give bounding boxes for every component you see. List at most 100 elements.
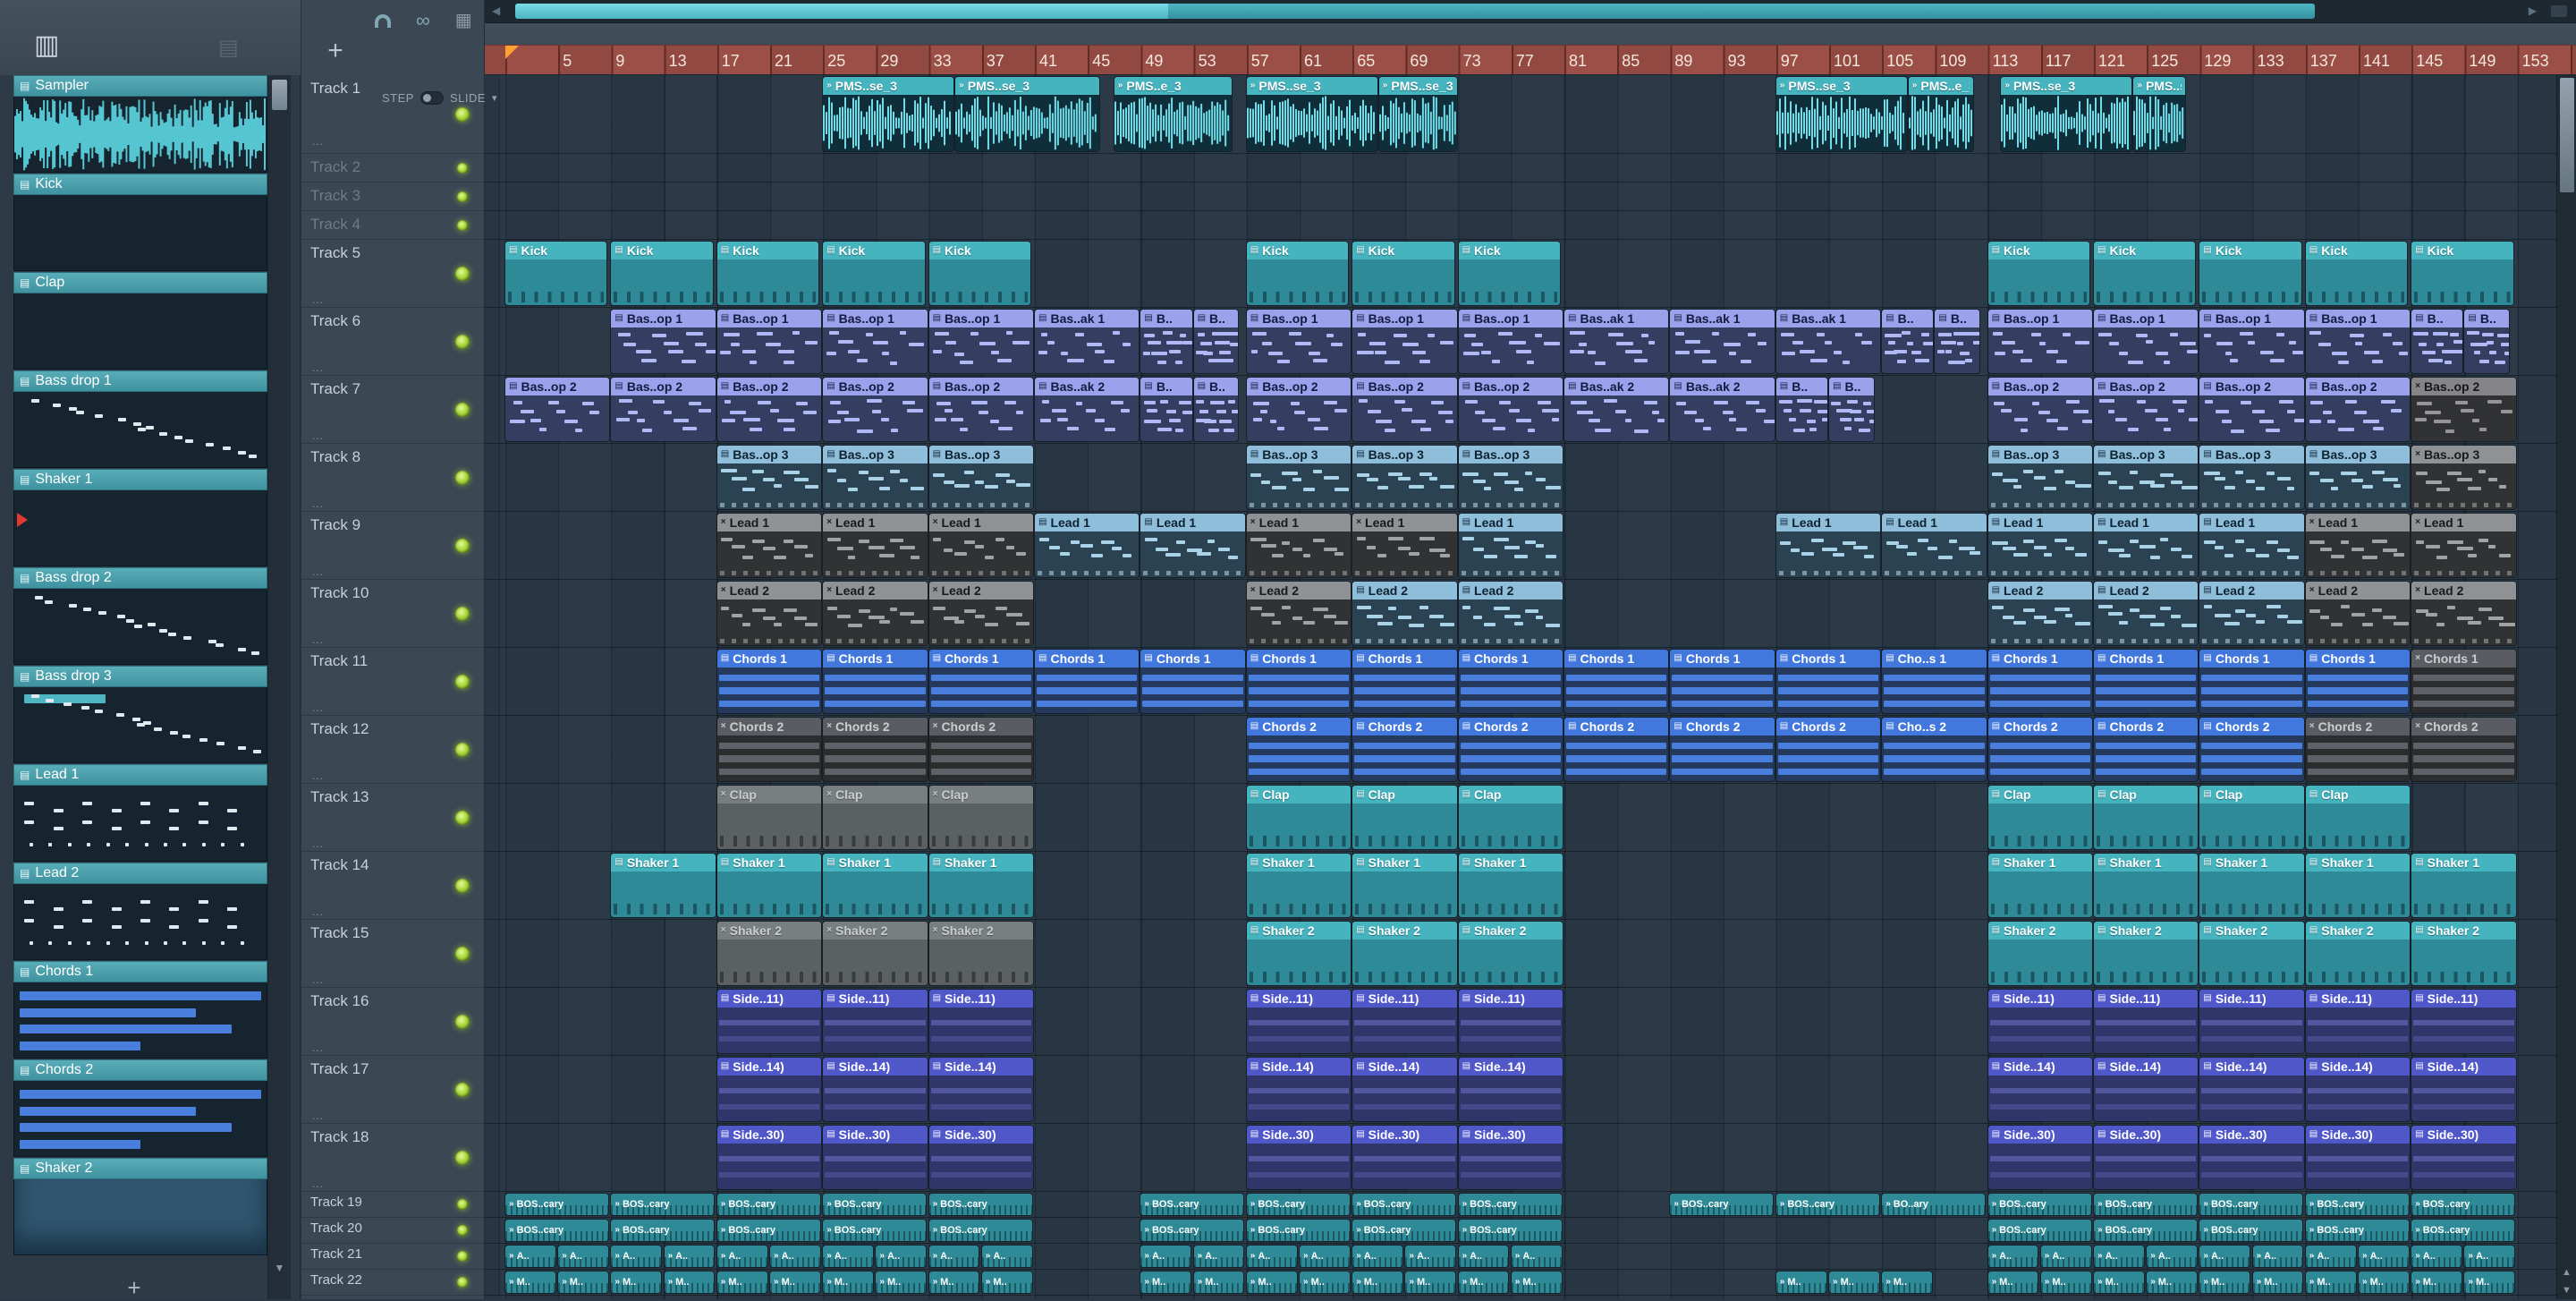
pattern-item-clap[interactable]: ▤ Clap (13, 272, 267, 370)
clip-lead-1[interactable]: × Lead 1 (2305, 514, 2411, 577)
clip-bas-op-1[interactable]: ▤ Bas..op 1 (823, 310, 928, 373)
clip-side-30-[interactable]: ▤ Side..30) (1987, 1126, 2092, 1189)
clip-lead-1[interactable]: × Lead 1 (716, 514, 822, 577)
clip-a-[interactable]: » A.. (2359, 1246, 2409, 1267)
clip-a-[interactable]: » A.. (2252, 1246, 2303, 1267)
clip-kick[interactable]: ▤ Kick (716, 242, 819, 305)
clip-side-11-[interactable]: ▤ Side..11) (928, 990, 1033, 1053)
clip-a-[interactable]: » A.. (1140, 1246, 1191, 1267)
clip-kick[interactable]: ▤ Kick (1352, 242, 1454, 305)
clip-side-30-[interactable]: ▤ Side..30) (928, 1126, 1033, 1189)
clip-m-[interactable]: » M.. (876, 1271, 927, 1293)
clip-bas-ak-2[interactable]: ▤ Bas..ak 2 (1564, 378, 1669, 441)
clip-a-[interactable]: » A.. (716, 1246, 767, 1267)
clip-m-[interactable]: » M.. (2305, 1271, 2356, 1293)
timeline-ruler[interactable]: 5 9 13 17 21 25 29 33 37 41 45 49 53 57 61 65 69 73 77 81 85… (485, 45, 2576, 75)
clip-shaker-1[interactable]: ▤ Shaker 1 (2094, 854, 2199, 917)
clip-bos-cary[interactable]: » BOS..cary (505, 1194, 608, 1215)
clip-bos-cary[interactable]: » BOS..cary (1352, 1194, 1456, 1215)
clip-m-[interactable]: » M.. (1140, 1271, 1191, 1293)
clip-side-11-[interactable]: ▤ Side..11) (2305, 990, 2411, 1053)
clip-side-11-[interactable]: ▤ Side..11) (2094, 990, 2199, 1053)
clip-shaker-1[interactable]: ▤ Shaker 1 (716, 854, 822, 917)
clip-kick[interactable]: ▤ Kick (1987, 242, 2090, 305)
clip-m-[interactable]: » M.. (1300, 1271, 1350, 1293)
clip-bos-cary[interactable]: » BOS..cary (2199, 1194, 2303, 1215)
clip-chords-1[interactable]: ▤ Chords 1 (1140, 650, 1245, 713)
clip-shaker-2[interactable]: ▤ Shaker 2 (1246, 922, 1352, 985)
track-header-track-8[interactable]: Track 8... (301, 444, 484, 512)
clip-bas-op-3[interactable]: × Bas..op 3 (2411, 446, 2516, 509)
clip-a-[interactable]: » A.. (823, 1246, 873, 1267)
clip-lead-1[interactable]: ▤ Lead 1 (1987, 514, 2092, 577)
clip-b-[interactable]: ▤ B.. (1140, 378, 1192, 441)
clip-lead-1[interactable]: ▤ Lead 1 (1882, 514, 1987, 577)
pattern-scrollbar-thumb[interactable] (272, 80, 287, 110)
pattern-item-bass-drop-1[interactable]: ▤ Bass drop 1 (13, 370, 267, 468)
vertical-scrollbar-thumb[interactable] (2560, 78, 2574, 192)
clip-bos-cary[interactable]: » BOS..cary (716, 1220, 820, 1241)
clip-side-14-[interactable]: ▤ Side..14) (2199, 1058, 2304, 1121)
clip-a-[interactable]: » A.. (876, 1246, 927, 1267)
clip-bos-cary[interactable]: » BOS..cary (2199, 1220, 2303, 1241)
clip-a-[interactable]: » A.. (2199, 1246, 2250, 1267)
track-mute-led[interactable] (455, 106, 470, 122)
pattern-header[interactable]: ▤ Kick (13, 174, 267, 195)
clip-clap[interactable]: ▤ Clap (2094, 786, 2199, 849)
clip-chords-2[interactable]: ▤ Chords 2 (1775, 718, 1881, 781)
clip-bas-op-2[interactable]: ▤ Bas..op 2 (928, 378, 1033, 441)
clip-a-[interactable]: » A.. (664, 1246, 715, 1267)
clip-bas-op-1[interactable]: ▤ Bas..op 1 (1458, 310, 1563, 373)
clip-lead-2[interactable]: ▤ Lead 2 (2199, 582, 2304, 645)
clip-kick[interactable]: ▤ Kick (1246, 242, 1349, 305)
clip-side-14-[interactable]: ▤ Side..14) (928, 1058, 1033, 1121)
clip-side-14-[interactable]: ▤ Side..14) (716, 1058, 822, 1121)
clip-bas-op-1[interactable]: ▤ Bas..op 1 (1246, 310, 1352, 373)
clip-bas-op-2[interactable]: ▤ Bas..op 2 (716, 378, 822, 441)
playhead-marker[interactable] (505, 46, 519, 59)
add-track-button[interactable]: + (319, 36, 352, 66)
clip-a-[interactable]: » A.. (1458, 1246, 1509, 1267)
track-header-track-4[interactable]: Track 4 (301, 211, 484, 240)
clip-bas-op-1[interactable]: ▤ Bas..op 1 (1987, 310, 2092, 373)
horizontal-scrollbar-thumb[interactable] (515, 4, 2315, 19)
clip-bas-op-2[interactable]: ▤ Bas..op 2 (1987, 378, 2092, 441)
clip-chords-1[interactable]: ▤ Chords 1 (1775, 650, 1881, 713)
clip-shaker-1[interactable]: ▤ Shaker 1 (611, 854, 716, 917)
clip-shaker-1[interactable]: ▤ Shaker 1 (1352, 854, 1457, 917)
pattern-item-shaker-2[interactable]: ▤ Shaker 2 (13, 1158, 267, 1255)
clip-shaker-2[interactable]: ▤ Shaker 2 (2305, 922, 2411, 985)
clip-bos-cary[interactable]: » BOS..cary (823, 1194, 927, 1215)
clip-chords-2[interactable]: ▤ Chords 2 (1670, 718, 1775, 781)
track-mute-led[interactable] (455, 266, 470, 281)
clip-bos-cary[interactable]: » BOS..cary (716, 1194, 820, 1215)
clip-lead-1[interactable]: ▤ Lead 1 (1140, 514, 1245, 577)
clip-side-14-[interactable]: ▤ Side..14) (2305, 1058, 2411, 1121)
clip-chords-2[interactable]: ▤ Chords 2 (1564, 718, 1669, 781)
clip-side-14-[interactable]: ▤ Side..14) (1352, 1058, 1457, 1121)
clip-bos-cary[interactable]: » BOS..cary (1775, 1194, 1879, 1215)
track-header-track-19[interactable]: Track 19 (301, 1192, 484, 1218)
playlist-window-icon[interactable]: ▥ (34, 32, 59, 59)
clip-m-[interactable]: » M.. (1193, 1271, 1244, 1293)
track-mute-led[interactable] (455, 878, 470, 893)
clip-m-[interactable]: » M.. (1405, 1271, 1456, 1293)
clip-bas-op-2[interactable]: ▤ Bas..op 2 (505, 378, 610, 441)
clip-chords-2[interactable]: × Chords 2 (2305, 718, 2411, 781)
scroll-up-icon[interactable]: ▲ (2557, 1267, 2576, 1278)
pattern-item-shaker-1[interactable]: ▤ Shaker 1 (13, 469, 267, 566)
clip-side-30-[interactable]: ▤ Side..30) (823, 1126, 928, 1189)
clip-shaker-1[interactable]: ▤ Shaker 1 (823, 854, 928, 917)
scroll-down-icon[interactable]: ▼ (2557, 1285, 2576, 1296)
clip-bos-cary[interactable]: » BOS..cary (2094, 1220, 2197, 1241)
clip-lead-2[interactable]: × Lead 2 (1246, 582, 1352, 645)
clip-m-[interactable]: » M.. (2464, 1271, 2515, 1293)
clip-pms-se-3[interactable]: »PMS..se_3 (1246, 77, 1377, 151)
clip-lead-2[interactable]: × Lead 2 (2411, 582, 2516, 645)
clip-chords-1[interactable]: × Chords 1 (2411, 650, 2516, 713)
clip-m-[interactable]: » M.. (2252, 1271, 2303, 1293)
clip-clap[interactable]: × Clap (823, 786, 928, 849)
clip-a-[interactable]: » A.. (2305, 1246, 2356, 1267)
clip-bos-cary[interactable]: » BOS..cary (2094, 1194, 2197, 1215)
clip-kick[interactable]: ▤ Kick (2094, 242, 2196, 305)
